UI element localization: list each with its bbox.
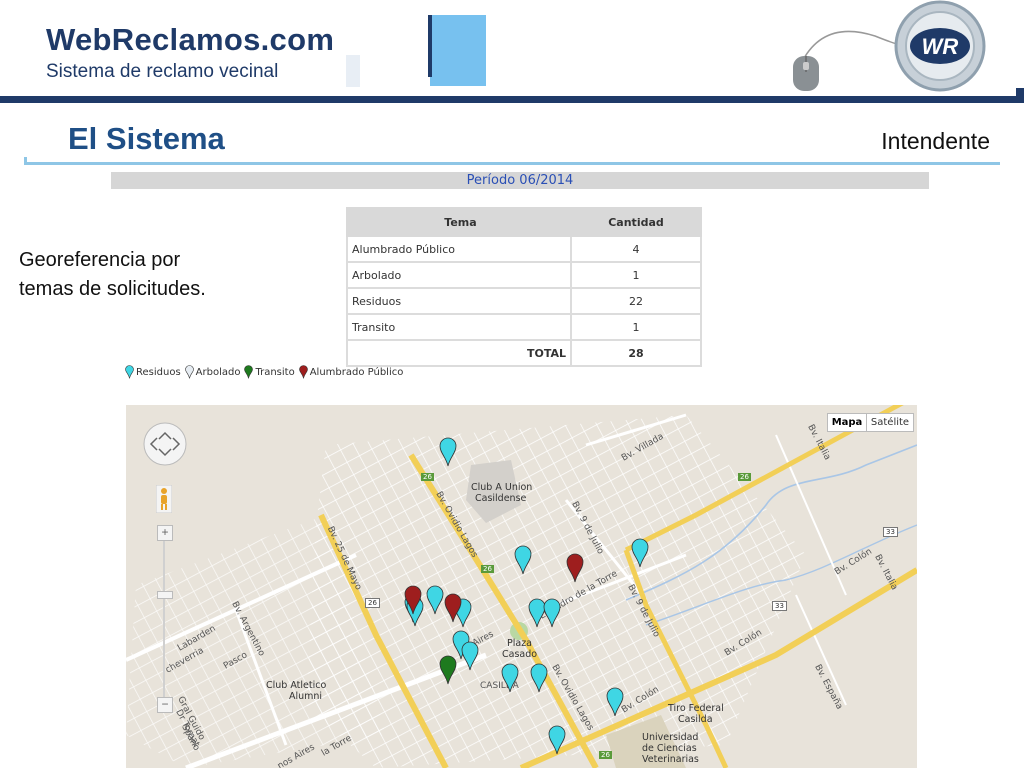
description-line-2: temas de solicitudes. <box>19 278 206 300</box>
header-divider-cap <box>1016 88 1024 103</box>
table-row: Residuos 22 <box>346 287 702 315</box>
zoom-out-button[interactable]: − <box>157 697 173 713</box>
poi-label: Plaza <box>507 638 532 649</box>
route-shield: 26 <box>365 598 380 608</box>
legend-swatch-0 <box>125 365 134 379</box>
table-total-row: TOTAL 28 <box>346 339 702 367</box>
map-view[interactable]: + − Mapa Satélite Club A Union Casildens… <box>126 405 917 768</box>
pan-control-icon[interactable] <box>142 421 188 467</box>
column-header-tema: Tema <box>346 207 572 237</box>
route-shield: 33 <box>772 601 787 611</box>
poi-label: Club Atletico <box>266 680 327 691</box>
row-cantidad: 1 <box>570 313 702 341</box>
logo-decoration <box>346 15 486 87</box>
marker-pin-icon[interactable] <box>514 545 532 575</box>
marker-pin-icon[interactable] <box>530 663 548 693</box>
map-type-button[interactable]: Mapa <box>827 413 867 432</box>
poi-label: Veterinarias <box>642 754 699 765</box>
route-shield: 26 <box>599 751 612 759</box>
mouse-badge-icon: WR <box>793 0 986 92</box>
marker-pin-icon[interactable] <box>543 598 561 628</box>
legend-label: Transito <box>255 366 295 378</box>
total-label: TOTAL <box>346 339 572 367</box>
marker-pin-icon[interactable] <box>548 725 566 755</box>
legend-label: Residuos <box>136 366 181 378</box>
tagline: Sistema de reclamo vecinal <box>46 61 279 82</box>
legend-swatch-2 <box>244 365 254 379</box>
slide-role: Intendente <box>881 128 990 154</box>
row-tema: Residuos <box>346 287 572 315</box>
summary-table: Tema Cantidad Alumbrado Público 4 Arbola… <box>346 207 702 367</box>
row-cantidad: 4 <box>570 235 702 263</box>
marker-pin-icon[interactable] <box>461 641 479 671</box>
marker-pin-icon[interactable] <box>566 553 584 583</box>
table-header-row: Tema Cantidad <box>346 207 702 237</box>
period-header: Período 06/2014 <box>111 172 929 189</box>
row-tema: Transito <box>346 313 572 341</box>
row-tema: Arbolado <box>346 261 572 289</box>
zoom-in-button[interactable]: + <box>157 525 173 541</box>
pin-icon <box>125 365 134 379</box>
legend-swatch-3 <box>298 365 308 379</box>
poi-label: Universidad <box>642 732 699 743</box>
marker-pin-icon[interactable] <box>439 655 457 685</box>
description-line-1: Georeferencia por <box>19 249 181 271</box>
header-divider <box>0 96 1024 103</box>
slide-description: Georeferencia por temas de solicitudes. <box>19 246 319 304</box>
route-shield: 26 <box>421 473 434 481</box>
poi-label: Casilda <box>678 714 713 725</box>
slide-title: El Sistema <box>68 121 225 156</box>
legend-item-residuos: Residuos <box>125 365 181 379</box>
marker-pin-icon[interactable] <box>631 538 649 568</box>
street-view-pegman-icon[interactable] <box>156 485 172 513</box>
legend-item-transito: Transito <box>244 365 295 379</box>
poi-label: Tiro Federal <box>668 703 724 714</box>
legend-label: Arbolado <box>195 366 241 378</box>
marker-pin-icon[interactable] <box>501 663 519 693</box>
row-cantidad: 22 <box>570 287 702 315</box>
legend-label: Alumbrado Público <box>309 366 404 378</box>
zoom-slider-handle[interactable] <box>157 591 173 599</box>
legend-swatch-1 <box>184 365 194 379</box>
map-base <box>126 405 917 768</box>
marker-pin-icon[interactable] <box>606 687 624 717</box>
table-row: Transito 1 <box>346 313 702 341</box>
route-shield: 26 <box>481 565 494 573</box>
poi-label: Alumni <box>289 691 323 702</box>
pin-icon <box>244 365 254 379</box>
marker-pin-icon[interactable] <box>404 585 422 615</box>
table-row: Alumbrado Público 4 <box>346 235 702 263</box>
route-shield: 26 <box>738 473 751 481</box>
legend-item-arbolado: Arbolado <box>184 365 241 379</box>
satellite-type-button[interactable]: Satélite <box>866 413 914 432</box>
poi-label: Club A Union <box>471 482 533 493</box>
pin-icon <box>184 365 194 379</box>
poi-label: de Ciencias <box>642 743 697 754</box>
table-row: Arbolado 1 <box>346 261 702 289</box>
poi-label: Casildense <box>475 493 527 504</box>
badge-text: WR <box>922 34 959 59</box>
title-underline-tick <box>24 157 27 165</box>
column-header-cantidad: Cantidad <box>570 207 702 237</box>
poi-label: Casado <box>502 649 538 660</box>
row-cantidad: 1 <box>570 261 702 289</box>
row-tema: Alumbrado Público <box>346 235 572 263</box>
zoom-slider-track[interactable] <box>163 541 165 697</box>
logo-domain: .com <box>260 22 335 57</box>
marker-pin-icon[interactable] <box>426 585 444 615</box>
pin-icon <box>298 365 308 379</box>
map-legend: Residuos Arbolado Transito Alumbrado Púb… <box>125 365 407 379</box>
logo-wordmark: WebReclamos.com <box>46 22 334 58</box>
route-shield: 33 <box>883 527 898 537</box>
legend-item-alumbrado: Alumbrado Público <box>298 365 404 379</box>
marker-pin-icon[interactable] <box>439 437 457 467</box>
marker-pin-icon[interactable] <box>444 593 462 623</box>
title-underline <box>24 162 1000 165</box>
logo-text: WebReclamos <box>46 22 261 57</box>
total-value: 28 <box>570 339 702 367</box>
